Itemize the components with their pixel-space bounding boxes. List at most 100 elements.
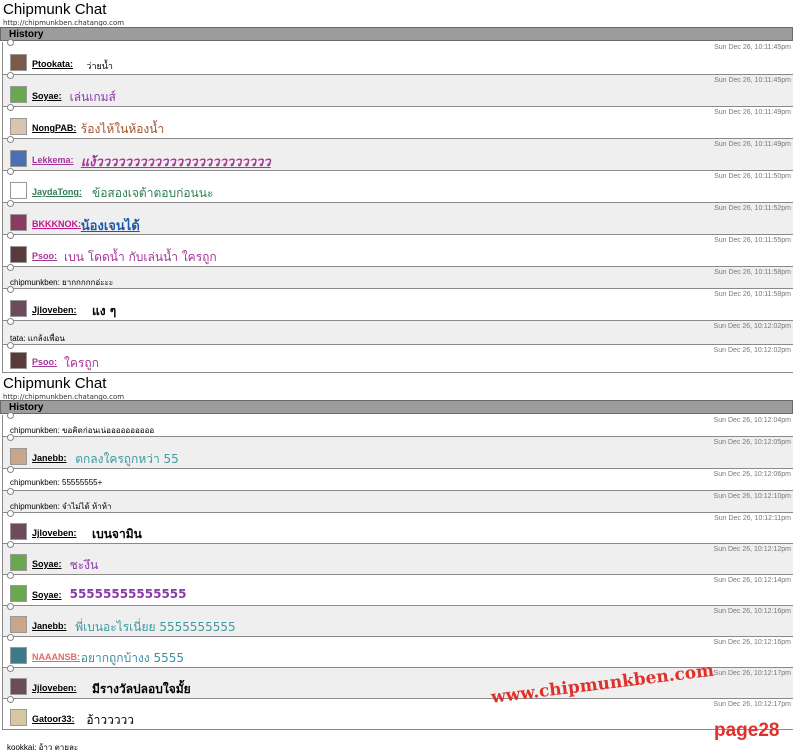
avatar[interactable] — [10, 647, 27, 664]
username-link[interactable]: Janebb: — [32, 621, 67, 631]
avatar[interactable] — [10, 352, 27, 369]
message-text: เบนจามิน — [92, 527, 142, 541]
message-row: Sun Dec 26, 10:12:12pm Soyae: ชะงึน — [2, 541, 793, 575]
message-timestamp: Sun Dec 26, 10:11:52pm — [714, 205, 791, 212]
avatar[interactable] — [10, 118, 27, 135]
username-link[interactable]: Soyae: — [32, 91, 62, 101]
message-text: ว่ายน้ำ — [86, 62, 113, 72]
message-marker-icon — [7, 200, 14, 207]
avatar[interactable] — [10, 182, 27, 199]
avatar[interactable] — [10, 585, 27, 602]
message-timestamp: Sun Dec 26, 10:11:50pm — [714, 173, 791, 180]
avatar[interactable] — [10, 709, 27, 726]
message-timestamp: Sun Dec 26, 10:12:14pm — [713, 577, 791, 584]
message-timestamp: Sun Dec 26, 10:12:11pm — [714, 515, 791, 522]
message-marker-icon — [7, 434, 14, 441]
message-text: ใครถูก — [64, 356, 99, 370]
message-text: chipmunkben: จำไม่ได้ ห้าห้า — [10, 502, 112, 511]
avatar[interactable] — [10, 86, 27, 103]
message-row: Sun Dec 26, 10:11:52pm BKKKNOK: น้องเจนได้ — [2, 200, 793, 235]
app-title: Chipmunk Chat — [3, 1, 107, 18]
username-link[interactable]: Gatoor33: — [32, 714, 75, 724]
avatar[interactable] — [10, 554, 27, 571]
username-link[interactable]: Janebb: — [32, 453, 67, 463]
message-timestamp: Sun Dec 26, 10:11:49pm — [714, 109, 791, 116]
message-marker-icon — [7, 466, 14, 473]
message-marker-icon — [7, 264, 14, 271]
message-row: Sun Dec 26, 10:12:14pm Soyae: 555555555555… — [2, 572, 793, 606]
avatar[interactable] — [10, 678, 27, 695]
username-link[interactable]: Soyae: — [32, 559, 62, 569]
message-text: พี่เบนอะไรเนี่ยย 5555555555 — [75, 620, 236, 634]
message-text: chipmunkben: 55555555+ — [10, 478, 103, 487]
message-row: Sun Dec 26, 10:12:05pm Janebb: ตกลงใครถูกห… — [2, 434, 793, 469]
message-timestamp: Sun Dec 26, 10:11:58pm — [714, 269, 791, 276]
message-row: Sun Dec 26, 10:12:11pm Jjloveben: เบนจามิน — [2, 510, 793, 544]
message-text: ข้อสองเจต้าตอบก่อนนะ — [92, 186, 214, 200]
message-text: เบน โดดน้ำ กับเล่นน้ำ ใครถูก — [64, 250, 217, 264]
app-title: Chipmunk Chat — [3, 375, 107, 392]
message-timestamp: Sun Dec 26, 10:12:17pm — [713, 701, 791, 708]
message-text: chipmunkben: ยากกกกกอ่ะะะ — [10, 278, 114, 287]
message-text: ชะงึน — [69, 558, 99, 572]
message-text: อยากถูกบ้างง 5555 — [80, 651, 184, 665]
message-row: Sun Dec 26, 10:12:02pm tata: แกล้งเพื่อน — [2, 318, 793, 345]
avatar[interactable] — [10, 523, 27, 540]
username-link[interactable]: BKKKNOK: — [32, 219, 81, 229]
username-link[interactable]: Ptookata: — [32, 59, 73, 69]
message-text: tata: แกล้งเพื่อน — [10, 334, 65, 343]
avatar[interactable] — [10, 150, 27, 167]
username-link[interactable]: Jjloveben: — [32, 305, 77, 315]
message-marker-icon — [7, 318, 14, 325]
username-link[interactable]: Psoo: — [32, 357, 57, 367]
message-text: อ้าววววว — [86, 713, 135, 727]
message-timestamp: Sun Dec 26, 10:11:55pm — [714, 237, 791, 244]
app-url[interactable]: http://chipmunkben.chatango.com — [3, 19, 124, 26]
message-marker-icon — [7, 572, 14, 579]
avatar[interactable] — [10, 54, 27, 71]
message-timestamp: Sun Dec 26, 10:12:02pm — [713, 347, 791, 354]
message-marker-icon — [7, 232, 14, 239]
message-marker-icon — [7, 412, 14, 419]
message-marker-icon — [7, 286, 14, 293]
message-row: Sun Dec 26, 10:11:50pm JaydaTong: ข้อสองเจ… — [2, 168, 793, 203]
message-row: Sun Dec 26, 10:12:06pm chipmunkben: 55555… — [2, 466, 793, 491]
partial-message: kookkai: อ้าว ตายละ — [7, 743, 79, 752]
username-link[interactable]: Jjloveben: — [32, 528, 77, 538]
username-link[interactable]: Soyae: — [32, 590, 62, 600]
message-timestamp: Sun Dec 26, 10:11:45pm — [714, 77, 791, 84]
message-text: 55555555555555 — [69, 587, 187, 601]
message-text: แง้วววววววววววววววววววววววว — [80, 155, 271, 170]
message-row: Sun Dec 26, 10:12:17pm Gatoor33: อ้าววววว — [2, 696, 793, 730]
avatar[interactable] — [10, 616, 27, 633]
history-header[interactable]: History — [0, 400, 793, 414]
message-marker-icon — [7, 665, 14, 672]
message-marker-icon — [7, 603, 14, 610]
username-link[interactable]: Lekkema: — [32, 155, 74, 165]
message-marker-icon — [7, 136, 14, 143]
history-header[interactable]: History — [0, 27, 793, 41]
message-text: ร้องไห้ในห้องน้ำ — [80, 122, 165, 136]
app-url[interactable]: http://chipmunkben.chatango.com — [3, 393, 124, 400]
message-text: แง ๆ — [92, 304, 117, 318]
username-link[interactable]: NongPAB: — [32, 123, 76, 133]
avatar[interactable] — [10, 448, 27, 465]
username-link[interactable]: NAAANSB: — [32, 652, 80, 662]
avatar[interactable] — [10, 300, 27, 317]
message-row: Sun Dec 26, 10:11:58pm Jjloveben: แง ๆ — [2, 286, 793, 321]
message-row: Sun Dec 26, 10:12:02pm Psoo: ใครถูก — [2, 342, 793, 373]
message-row: Sun Dec 26, 10:11:55pm Psoo: เบน โดดน้ำ กั… — [2, 232, 793, 267]
username-link[interactable]: Jjloveben: — [32, 683, 77, 693]
message-timestamp: Sun Dec 26, 10:12:16pm — [713, 608, 791, 615]
username-link[interactable]: JaydaTong: — [32, 187, 82, 197]
message-text: มีรางวัลปลอบใจมั้ย — [92, 682, 191, 696]
message-row: Sun Dec 26, 10:12:16pm NAAANSB: อยากถูกบ้า… — [2, 634, 793, 668]
message-row: Sun Dec 26, 10:11:45pm Ptookata: ว่ายน้ำ — [2, 39, 793, 75]
message-timestamp: Sun Dec 26, 10:12:16pm — [713, 639, 791, 646]
message-marker-icon — [7, 696, 14, 703]
avatar[interactable] — [10, 214, 27, 231]
message-text: chipmunkben: ขอคิดก่อนเน่ออออออออออ — [10, 426, 155, 435]
message-timestamp: Sun Dec 26, 10:11:58pm — [714, 291, 791, 298]
avatar[interactable] — [10, 246, 27, 263]
username-link[interactable]: Psoo: — [32, 251, 57, 261]
